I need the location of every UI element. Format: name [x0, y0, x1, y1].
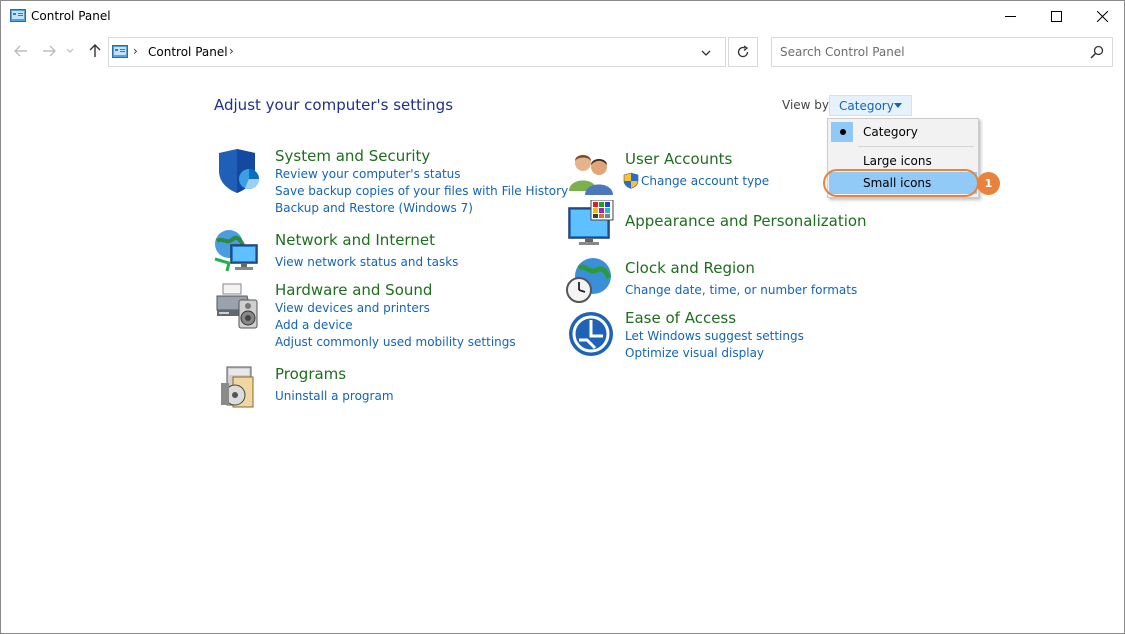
- link-network-status[interactable]: View network status and tasks: [275, 255, 458, 269]
- link-date-time-formats[interactable]: Change date, time, or number formats: [625, 283, 857, 297]
- search-box[interactable]: [771, 37, 1113, 67]
- search-icon[interactable]: [1090, 45, 1104, 59]
- refresh-button[interactable]: [728, 37, 758, 67]
- link-review-status[interactable]: Review your computer's status: [275, 167, 461, 181]
- back-button[interactable]: [11, 41, 31, 61]
- up-button[interactable]: [85, 41, 105, 61]
- view-by-dropdown[interactable]: Category: [829, 95, 912, 116]
- category-ease-of-access[interactable]: Ease of Access: [625, 309, 736, 327]
- title-bar: Control Panel: [1, 1, 1124, 32]
- menu-item-label: Large icons: [863, 154, 932, 168]
- shield-icon[interactable]: [215, 147, 263, 195]
- breadcrumb-control-panel[interactable]: Control Panel: [148, 45, 228, 59]
- address-bar[interactable]: › Control Panel ›: [108, 37, 726, 67]
- category-clock-and-region[interactable]: Clock and Region: [625, 259, 755, 277]
- category-system-and-security[interactable]: System and Security: [275, 147, 430, 165]
- back-arrow-icon: [14, 45, 27, 57]
- step-highlight-ring: [823, 169, 979, 197]
- view-by-label: View by:: [782, 98, 833, 112]
- page-title: Adjust your computer's settings: [214, 96, 454, 114]
- chevron-down-icon: [66, 48, 74, 53]
- forward-button[interactable]: [39, 41, 59, 61]
- window-title: Control Panel: [31, 9, 111, 23]
- control-panel-window: Control Panel › Control Panel › Search C…: [0, 0, 1125, 634]
- radio-dot-icon: [840, 129, 846, 135]
- close-icon: [1096, 10, 1108, 22]
- user-accounts-icon[interactable]: [567, 151, 615, 199]
- chevron-down-icon[interactable]: [699, 46, 713, 60]
- menu-separator: [858, 146, 974, 147]
- ease-of-access-icon[interactable]: [567, 310, 615, 358]
- link-mobility-settings[interactable]: Adjust commonly used mobility settings: [275, 335, 516, 349]
- minimize-button[interactable]: [987, 1, 1033, 31]
- selected-indicator: [831, 122, 853, 142]
- link-add-device[interactable]: Add a device: [275, 318, 353, 332]
- view-by-value[interactable]: Category: [839, 99, 894, 113]
- maximize-button[interactable]: [1033, 1, 1079, 31]
- category-user-accounts[interactable]: User Accounts: [625, 150, 732, 168]
- appearance-icon[interactable]: [567, 200, 615, 248]
- step-badge: 1: [977, 172, 1000, 195]
- link-optimize-visual[interactable]: Optimize visual display: [625, 346, 764, 360]
- breadcrumb-separator[interactable]: ›: [133, 44, 138, 58]
- link-backup-restore[interactable]: Backup and Restore (Windows 7): [275, 201, 473, 215]
- clock-globe-icon[interactable]: [565, 256, 613, 304]
- caret-down-icon[interactable]: [894, 103, 902, 108]
- category-hardware-and-sound[interactable]: Hardware and Sound: [275, 281, 432, 299]
- network-globe-icon[interactable]: [213, 227, 261, 275]
- category-network-and-internet[interactable]: Network and Internet: [275, 231, 435, 249]
- link-suggest-settings[interactable]: Let Windows suggest settings: [625, 329, 804, 343]
- link-devices-printers[interactable]: View devices and printers: [275, 301, 430, 315]
- link-change-account-type[interactable]: Change account type: [641, 174, 769, 188]
- up-arrow-icon: [89, 44, 101, 57]
- menu-item-category[interactable]: Category: [829, 121, 977, 143]
- breadcrumb-separator[interactable]: ›: [229, 44, 234, 58]
- category-appearance-and-personalization[interactable]: Appearance and Personalization: [625, 212, 867, 230]
- printer-icon[interactable]: [213, 282, 261, 330]
- recent-locations-button[interactable]: [63, 41, 77, 61]
- programs-icon[interactable]: [217, 363, 265, 411]
- minimize-icon: [1004, 15, 1016, 17]
- refresh-icon: [737, 45, 749, 58]
- control-panel-icon: [112, 45, 128, 58]
- close-button[interactable]: [1079, 1, 1125, 31]
- menu-item-label: Category: [863, 125, 918, 139]
- control-panel-icon: [10, 9, 26, 22]
- search-input[interactable]: [772, 38, 1072, 66]
- category-programs[interactable]: Programs: [275, 365, 346, 383]
- forward-arrow-icon: [43, 45, 56, 57]
- uac-shield-icon: [623, 172, 639, 189]
- maximize-icon: [1050, 10, 1062, 22]
- link-uninstall-program[interactable]: Uninstall a program: [275, 389, 394, 403]
- link-file-history[interactable]: Save backup copies of your files with Fi…: [275, 184, 568, 198]
